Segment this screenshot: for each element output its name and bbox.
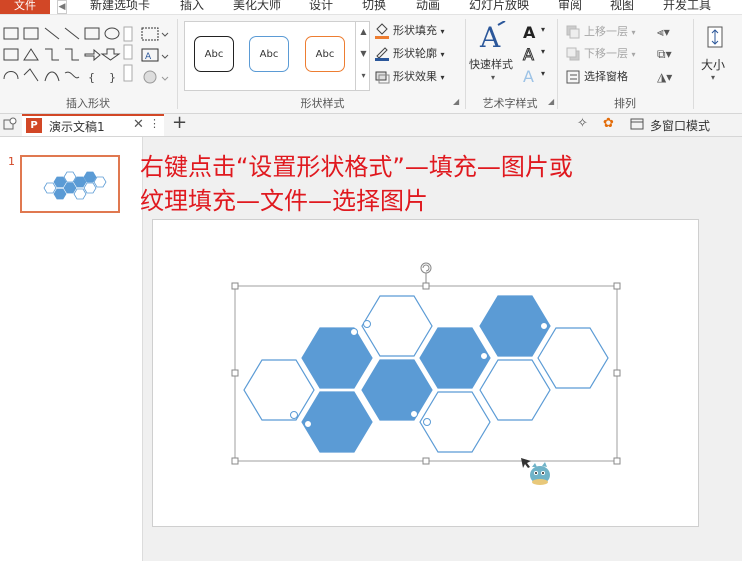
- tab-transition[interactable]: 切换: [362, 0, 386, 14]
- style-gallery-scroll[interactable]: ▲ ▼ ▾: [355, 21, 371, 91]
- document-tab-bar: P 演示文稿1 ✕ ⋮ + ✧ ✿ 多窗口模式: [0, 112, 742, 137]
- text-fill-icon[interactable]: A: [523, 23, 535, 42]
- svg-text:A: A: [479, 21, 501, 53]
- align-icon[interactable]: ⫷▾: [657, 25, 670, 40]
- tab-view[interactable]: 视图: [610, 0, 634, 14]
- hexagon-filled[interactable]: [301, 391, 373, 453]
- text-outline-icon[interactable]: A: [523, 45, 535, 65]
- edit-shape-icon[interactable]: A: [140, 25, 174, 95]
- send-backward-button[interactable]: 下移一层 ▾: [584, 44, 636, 64]
- selection-pane-button[interactable]: 选择窗格: [584, 67, 628, 87]
- svg-text:A: A: [145, 52, 152, 62]
- shape-fill-button[interactable]: 形状填充 ▾: [393, 21, 445, 41]
- slide-thumbnail-panel: 1: [0, 137, 143, 561]
- slide-thumbnail[interactable]: [20, 155, 120, 213]
- hexagon-filled[interactable]: [301, 327, 373, 389]
- document-name: 演示文稿1: [49, 120, 105, 134]
- resize-handle[interactable]: [613, 369, 621, 377]
- cursor-with-mascot-icon: [521, 458, 550, 485]
- svg-text:}: }: [109, 71, 116, 84]
- send-backward-icon: [566, 47, 580, 61]
- style-sample-dark[interactable]: Abc: [194, 36, 234, 72]
- add-tab-icon[interactable]: +: [172, 112, 187, 133]
- chevron-down-icon: ▾: [491, 73, 496, 82]
- close-icon[interactable]: ✕: [133, 117, 144, 132]
- quick-styles-icon: A: [478, 20, 508, 54]
- hexagon-outline[interactable]: [243, 359, 315, 421]
- hexagon-filled[interactable]: [419, 327, 491, 389]
- instruction-line-1: 右键点击“设置形状格式”—填充—图片或: [140, 153, 573, 181]
- tab-beautify[interactable]: 美化大师: [233, 0, 281, 14]
- hexagon-outline[interactable]: [479, 359, 551, 421]
- hexagon-filled[interactable]: [479, 295, 551, 357]
- hexagon-outline[interactable]: [361, 295, 433, 357]
- bring-forward-icon: [566, 25, 580, 39]
- tab-animation[interactable]: 动画: [416, 0, 440, 14]
- tab-document[interactable]: P 演示文稿1 ✕ ⋮: [22, 114, 164, 136]
- instruction-text: 右键点击“设置形状格式”—填充—图片或 纹理填充—文件—选择图片: [140, 150, 710, 218]
- bring-forward-button[interactable]: 上移一层 ▾: [584, 22, 636, 42]
- tab-slideshow[interactable]: 幻灯片放映: [469, 0, 529, 14]
- text-effect-icon[interactable]: A: [523, 67, 534, 86]
- group-label-arrange: 排列: [614, 97, 636, 110]
- group-icon[interactable]: ⧉▾: [657, 47, 672, 62]
- chevron-left-icon[interactable]: ◀: [57, 0, 67, 14]
- hexagon-filled[interactable]: [361, 359, 433, 421]
- chevron-down-icon: ▾: [541, 69, 546, 78]
- pin-icon[interactable]: [3, 117, 17, 131]
- shape-outline-button[interactable]: 形状轮廓 ▾: [393, 44, 445, 64]
- chevron-down-icon: ▾: [541, 47, 546, 56]
- rotate-handle-icon[interactable]: [420, 262, 432, 283]
- group-label-shape-styles: 形状样式: [300, 97, 345, 110]
- resize-handle[interactable]: [613, 282, 621, 290]
- resize-handle[interactable]: [422, 457, 430, 465]
- powerpoint-icon: P: [26, 118, 42, 133]
- shape-effect-button[interactable]: 形状效果 ▾: [393, 67, 445, 87]
- paint-bucket-icon: [374, 23, 390, 39]
- resize-handle[interactable]: [231, 369, 239, 377]
- thumbnail-preview: [43, 171, 107, 200]
- chevron-down-icon: ▾: [541, 25, 546, 34]
- hexagon-group[interactable]: [230, 258, 625, 468]
- pencil-icon: [374, 45, 390, 61]
- dialog-launcher-icon[interactable]: ◢: [453, 97, 459, 106]
- instruction-line-2: 纹理填充—文件—选择图片: [140, 187, 428, 215]
- selection-pane-icon: [566, 70, 580, 84]
- multi-window-button[interactable]: 多窗口模式: [650, 117, 710, 134]
- tab-developer[interactable]: 开发工具: [663, 0, 711, 14]
- hexagon-outline[interactable]: [537, 327, 609, 389]
- resize-handle[interactable]: [231, 282, 239, 290]
- dialog-launcher-icon[interactable]: ◢: [548, 97, 554, 106]
- resize-handle[interactable]: [613, 457, 621, 465]
- slide-number: 1: [8, 155, 15, 168]
- file-tab[interactable]: 文件: [0, 0, 50, 14]
- ribbon: { } A 插入形状 Abc Abc Abc ▲ ▼ ▾ 形状填充 ▾ 形状轮廓 ▾…: [0, 15, 742, 114]
- gear-icon[interactable]: ✿: [603, 116, 614, 131]
- resize-handle[interactable]: [231, 457, 239, 465]
- style-sample-blue[interactable]: Abc: [249, 36, 289, 72]
- shape-gallery[interactable]: { }: [2, 25, 134, 95]
- size-icon: [704, 25, 726, 51]
- shape-effect-icon: [374, 68, 390, 84]
- quick-styles-button[interactable]: 快速样式: [469, 55, 513, 75]
- window-icon: [630, 117, 644, 131]
- tab-insert[interactable]: 插入: [180, 0, 204, 14]
- group-label-art-text: 艺术字样式: [482, 97, 538, 110]
- svg-text:{: {: [88, 71, 95, 84]
- tab-design[interactable]: 设计: [309, 0, 333, 14]
- more-icon[interactable]: ⋮: [149, 117, 160, 130]
- rotate-icon[interactable]: ◮▾: [657, 70, 672, 84]
- resize-handle[interactable]: [422, 282, 430, 290]
- chevron-down-icon: ▾: [711, 73, 716, 82]
- tab-new[interactable]: 新建选项卡: [90, 0, 150, 14]
- group-label-insert-shapes: 插入形状: [66, 97, 110, 110]
- tab-review[interactable]: 审阅: [558, 0, 582, 14]
- style-sample-orange[interactable]: Abc: [305, 36, 345, 72]
- magic-icon[interactable]: ✧: [577, 116, 588, 131]
- size-button[interactable]: 大小: [701, 55, 725, 75]
- menu-bar: 文件 ◀ 新建选项卡 插入 美化大师 设计 切换 动画 幻灯片放映 审阅 视图 …: [0, 0, 742, 15]
